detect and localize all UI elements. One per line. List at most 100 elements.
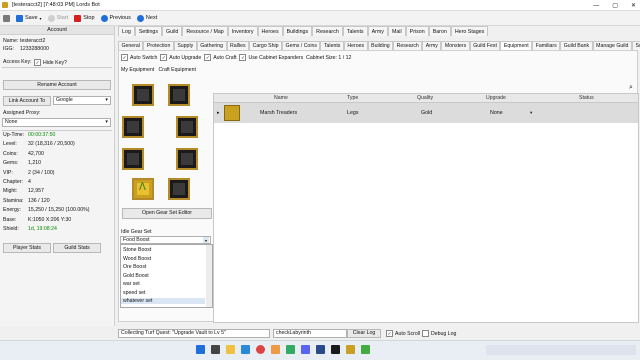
tab-guild[interactable]: Guild: [161, 26, 183, 36]
col-type[interactable]: Type: [347, 94, 358, 102]
app-icon-orange[interactable]: [271, 345, 280, 354]
tab-craft-equipment[interactable]: Craft Equipment: [159, 67, 196, 73]
subtab-manage-guild[interactable]: Manage Guild: [592, 41, 632, 50]
use-cabinet-checkbox[interactable]: ✓ Use Cabinet Expanders: [239, 54, 303, 61]
subtab-rallies[interactable]: Rallies: [226, 41, 250, 50]
maximize-button[interactable]: ▢: [612, 2, 618, 9]
next-button[interactable]: Next: [136, 14, 157, 22]
guild-stats-button[interactable]: Guild Stats: [53, 243, 101, 253]
app-icon-blue[interactable]: [316, 345, 325, 354]
proxy-select[interactable]: None ▾: [2, 118, 111, 127]
scrollbar[interactable]: [206, 245, 212, 307]
tab-my-equipment[interactable]: My Equipment: [121, 67, 154, 73]
tab-inventory[interactable]: Inventory: [227, 26, 258, 36]
auto-craft-checkbox[interactable]: ✓ Auto Craft: [204, 54, 237, 61]
file-explorer-icon[interactable]: [226, 345, 235, 354]
idle-gear-label: Idle Gear Set: [121, 229, 152, 235]
subtab-heroes[interactable]: Heroes: [343, 41, 368, 50]
hide-key-checkbox[interactable]: ✓ Hide Key?: [34, 59, 67, 66]
subtab-familiars[interactable]: Familiars: [532, 41, 561, 50]
subtab-building[interactable]: Building: [367, 41, 394, 50]
subtab-army[interactable]: Army: [422, 41, 442, 50]
edge-icon[interactable]: [241, 345, 250, 354]
start-menu-icon[interactable]: [196, 345, 205, 354]
link-provider-select[interactable]: Google ▾: [53, 96, 111, 105]
chrome-icon[interactable]: [256, 345, 265, 354]
subtab-schedule[interactable]: Schedule: [631, 41, 640, 50]
discord-icon[interactable]: [301, 345, 310, 354]
subtab-cargo-ship[interactable]: Cargo Ship: [249, 41, 283, 50]
idle-gear-select[interactable]: Food Boost ▾: [120, 236, 211, 244]
debug-log-checkbox[interactable]: Debug Log: [422, 330, 456, 337]
previous-button[interactable]: Previous: [100, 14, 131, 22]
link-account-button[interactable]: Link Account To: [3, 96, 51, 106]
tab-army[interactable]: Army: [367, 26, 388, 36]
gear-slot-offhand[interactable]: [176, 116, 198, 138]
subtab-general[interactable]: General: [118, 41, 144, 50]
subtab-research[interactable]: Research: [393, 41, 423, 50]
table-row[interactable]: ▸ Marsh Treaders Legs Gold None ▾: [214, 103, 638, 123]
tab-baron[interactable]: Baron: [428, 26, 451, 36]
col-status[interactable]: Status: [579, 94, 594, 102]
gear-slot-accessory[interactable]: [168, 84, 190, 106]
gear-set-option[interactable]: Ore Boost: [123, 264, 146, 270]
tab-talents[interactable]: Talents: [342, 26, 368, 36]
gear-slot-weapon[interactable]: [122, 148, 144, 170]
col-name[interactable]: Name: [274, 94, 288, 102]
auto-upgrade-checkbox[interactable]: ✓ Auto Upgrade: [160, 54, 201, 61]
gear-set-option[interactable]: war set: [123, 281, 140, 287]
auto-scroll-checkbox[interactable]: ✓ Auto Scroll: [386, 330, 420, 337]
start-button[interactable]: Start: [47, 14, 68, 22]
toolbar: Save ▾ Start Stop Previous Next: [0, 11, 640, 26]
auto-switch-checkbox[interactable]: ✓ Auto Switch: [121, 54, 157, 61]
subtab-supply[interactable]: Supply: [173, 41, 197, 50]
subtab-guild-fest[interactable]: Guild Fest: [469, 41, 501, 50]
tab-prison[interactable]: Prison: [405, 26, 429, 36]
subtab-equipment[interactable]: Equipment: [500, 41, 533, 50]
tab-resource-map[interactable]: Resource / Map: [182, 26, 228, 36]
close-button[interactable]: ✕: [631, 2, 636, 9]
gear-set-option[interactable]: Wood Boost: [123, 256, 151, 262]
menu-icon[interactable]: [3, 14, 10, 22]
system-tray[interactable]: [486, 345, 636, 355]
tab-hero-stages[interactable]: Hero Stages: [450, 26, 489, 36]
stop-button[interactable]: Stop: [74, 14, 95, 22]
subtab-protection[interactable]: Protection: [143, 41, 174, 50]
task-view-icon[interactable]: [211, 345, 220, 354]
gear-set-option[interactable]: Gold Boost: [123, 273, 149, 279]
gear-set-option[interactable]: speed set: [123, 290, 146, 296]
gear-slot-legs[interactable]: ᐱ: [132, 178, 154, 200]
search-icon[interactable]: ⌕: [629, 84, 633, 92]
lords-bot-taskbar-icon[interactable]: [346, 345, 355, 354]
player-stats-button[interactable]: Player Stats: [3, 243, 51, 253]
rename-account-button[interactable]: Rename Account: [3, 80, 111, 90]
terminal-icon[interactable]: [331, 345, 340, 354]
col-upgrade[interactable]: Upgrade: [486, 94, 506, 102]
tab-log[interactable]: Log: [118, 26, 135, 36]
gear-slot-accessory-2[interactable]: [176, 148, 198, 170]
gear-set-option[interactable]: whatever set: [121, 298, 205, 304]
app-icon-green[interactable]: [286, 345, 295, 354]
clear-log-button[interactable]: Clear Log: [347, 329, 381, 338]
gear-slot-accessory-3[interactable]: [168, 178, 190, 200]
gear-slot-armor[interactable]: [122, 116, 144, 138]
tab-mail[interactable]: Mail: [387, 26, 406, 36]
subtab-gathering[interactable]: Gathering: [196, 41, 227, 50]
minimize-button[interactable]: —: [593, 3, 599, 9]
app-icon-lime[interactable]: [361, 345, 370, 354]
tab-research[interactable]: Research: [312, 26, 343, 36]
gear-set-option[interactable]: Stone Boost: [123, 247, 151, 253]
open-gear-set-editor-button[interactable]: Open Gear Set Editor: [122, 208, 212, 219]
subtab-talents[interactable]: Talents: [320, 41, 344, 50]
stat-label: Level:: [3, 141, 17, 148]
tab-settings[interactable]: Settings: [134, 26, 162, 36]
tab-buildings[interactable]: Buildings: [282, 26, 313, 36]
tab-heroes[interactable]: Heroes: [257, 26, 283, 36]
subtab-monsters[interactable]: Monsters: [441, 41, 470, 50]
gear-slot-helmet[interactable]: [132, 84, 154, 106]
col-quality[interactable]: Quality: [417, 94, 433, 102]
item-upgrade[interactable]: None: [490, 103, 503, 123]
subtab-guild-bank[interactable]: Guild Bank: [560, 41, 593, 50]
subtab-gems-coins[interactable]: Gems / Coins: [282, 41, 321, 50]
save-button[interactable]: Save ▾: [16, 14, 42, 22]
